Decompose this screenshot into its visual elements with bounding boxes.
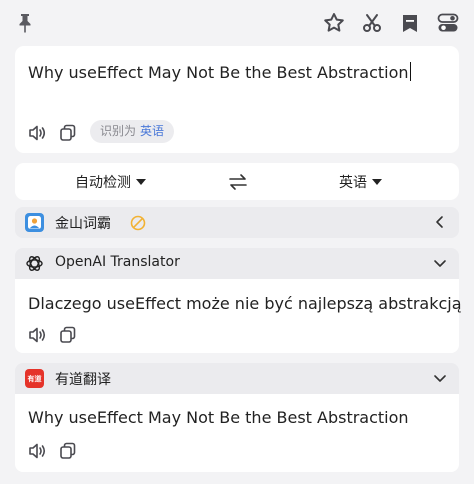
pin-icon[interactable] [13,11,37,35]
settings-toggle-icon[interactable] [436,11,460,35]
copy-icon[interactable] [57,122,79,144]
source-text-input[interactable]: Why useEffect May Not Be the Best Abstra… [28,62,412,82]
result-panel-openai: Dlaczego useEffect może nie być najlepsz… [15,279,462,353]
engine-header-openai[interactable]: OpenAI Translator [15,248,459,279]
engine-header-youdao[interactable]: 有道 有道翻译 [15,363,459,394]
dropdown-arrow-icon [372,179,382,185]
translation-text: Dlaczego useEffect może nie być najlepsz… [28,294,462,313]
speaker-icon[interactable] [27,440,49,462]
engine-header-jinshan[interactable]: 金山词霸 [15,207,459,238]
detected-language-badge[interactable]: 识别为 英语 [90,120,175,143]
copy-icon[interactable] [57,324,79,346]
result-panel-youdao: Why useEffect May Not Be the Best Abstra… [15,394,459,472]
text-caret [409,62,412,81]
toolbar [0,0,474,46]
bookmark-icon[interactable] [398,11,422,35]
copy-icon[interactable] [57,440,79,462]
youdao-logo-icon: 有道 [25,369,44,388]
swap-languages-icon[interactable] [227,172,249,192]
openai-logo-icon [25,254,44,273]
star-icon[interactable] [322,11,346,35]
dropdown-arrow-icon [136,179,146,185]
scissors-icon[interactable] [360,11,384,35]
target-language-select[interactable]: 英语 [339,172,382,192]
jinshan-logo-icon [25,213,44,232]
language-bar: 自动检测 英语 [15,163,459,200]
chevron-left-icon[interactable] [433,215,447,229]
source-language-select[interactable]: 自动检测 [75,172,146,192]
chevron-down-icon[interactable] [433,256,447,270]
translation-text: Why useEffect May Not Be the Best Abstra… [28,408,409,427]
speaker-icon[interactable] [27,324,49,346]
chevron-down-icon[interactable] [433,371,447,385]
disabled-icon [130,215,146,231]
source-input-card[interactable]: Why useEffect May Not Be the Best Abstra… [15,46,459,153]
speaker-icon[interactable] [27,122,49,144]
